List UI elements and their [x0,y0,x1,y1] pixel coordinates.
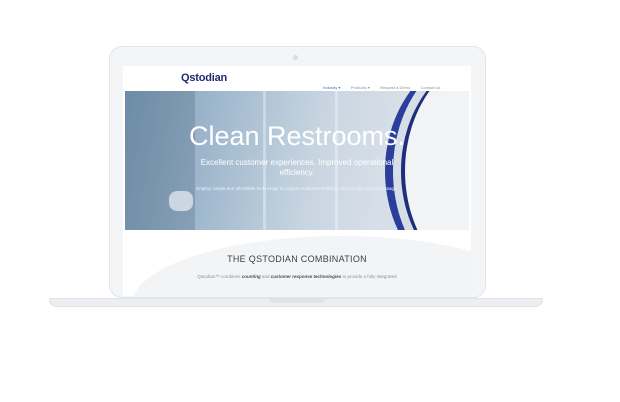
hero-subtitle: Excellent customer experiences. Improved… [200,158,394,177]
hero-fixture [169,191,193,211]
nav-item-products[interactable]: Products ▾ [351,85,370,90]
section-text: Qstodian™ combines counting and customer… [123,274,471,279]
qstodian-logo[interactable]: Qstodian [181,72,227,84]
section-background-curve [131,236,471,296]
hero-note: Employ simple and affordable technology … [196,186,398,191]
section-text-bold-counting: counting [241,274,261,279]
site-header: Qstodian Industry ▾ Products ▾ Request a… [123,66,471,90]
hero-title: Clean Restrooms. [188,121,406,151]
nav-item-contact[interactable]: Contact Us [421,85,441,90]
section-text-bold-response: customer response technologies [270,274,342,279]
section-text-prefix: Qstodian™ combines [197,274,241,279]
nav-item-request-demo[interactable]: Request a Demo [380,85,410,90]
hero-banner: Clean Restrooms. Excellent customer expe… [125,91,469,230]
nav-item-industry[interactable]: Industry ▾ [323,85,340,90]
laptop-camera [293,55,298,60]
section-text-suffix: to provide a fully integrated [342,274,397,279]
section-title: THE QSTODIAN COMBINATION [227,254,367,264]
section-text-mid: and [261,274,270,279]
laptop-screen: Qstodian Industry ▾ Products ▾ Request a… [123,66,471,296]
laptop-notch [269,298,325,303]
